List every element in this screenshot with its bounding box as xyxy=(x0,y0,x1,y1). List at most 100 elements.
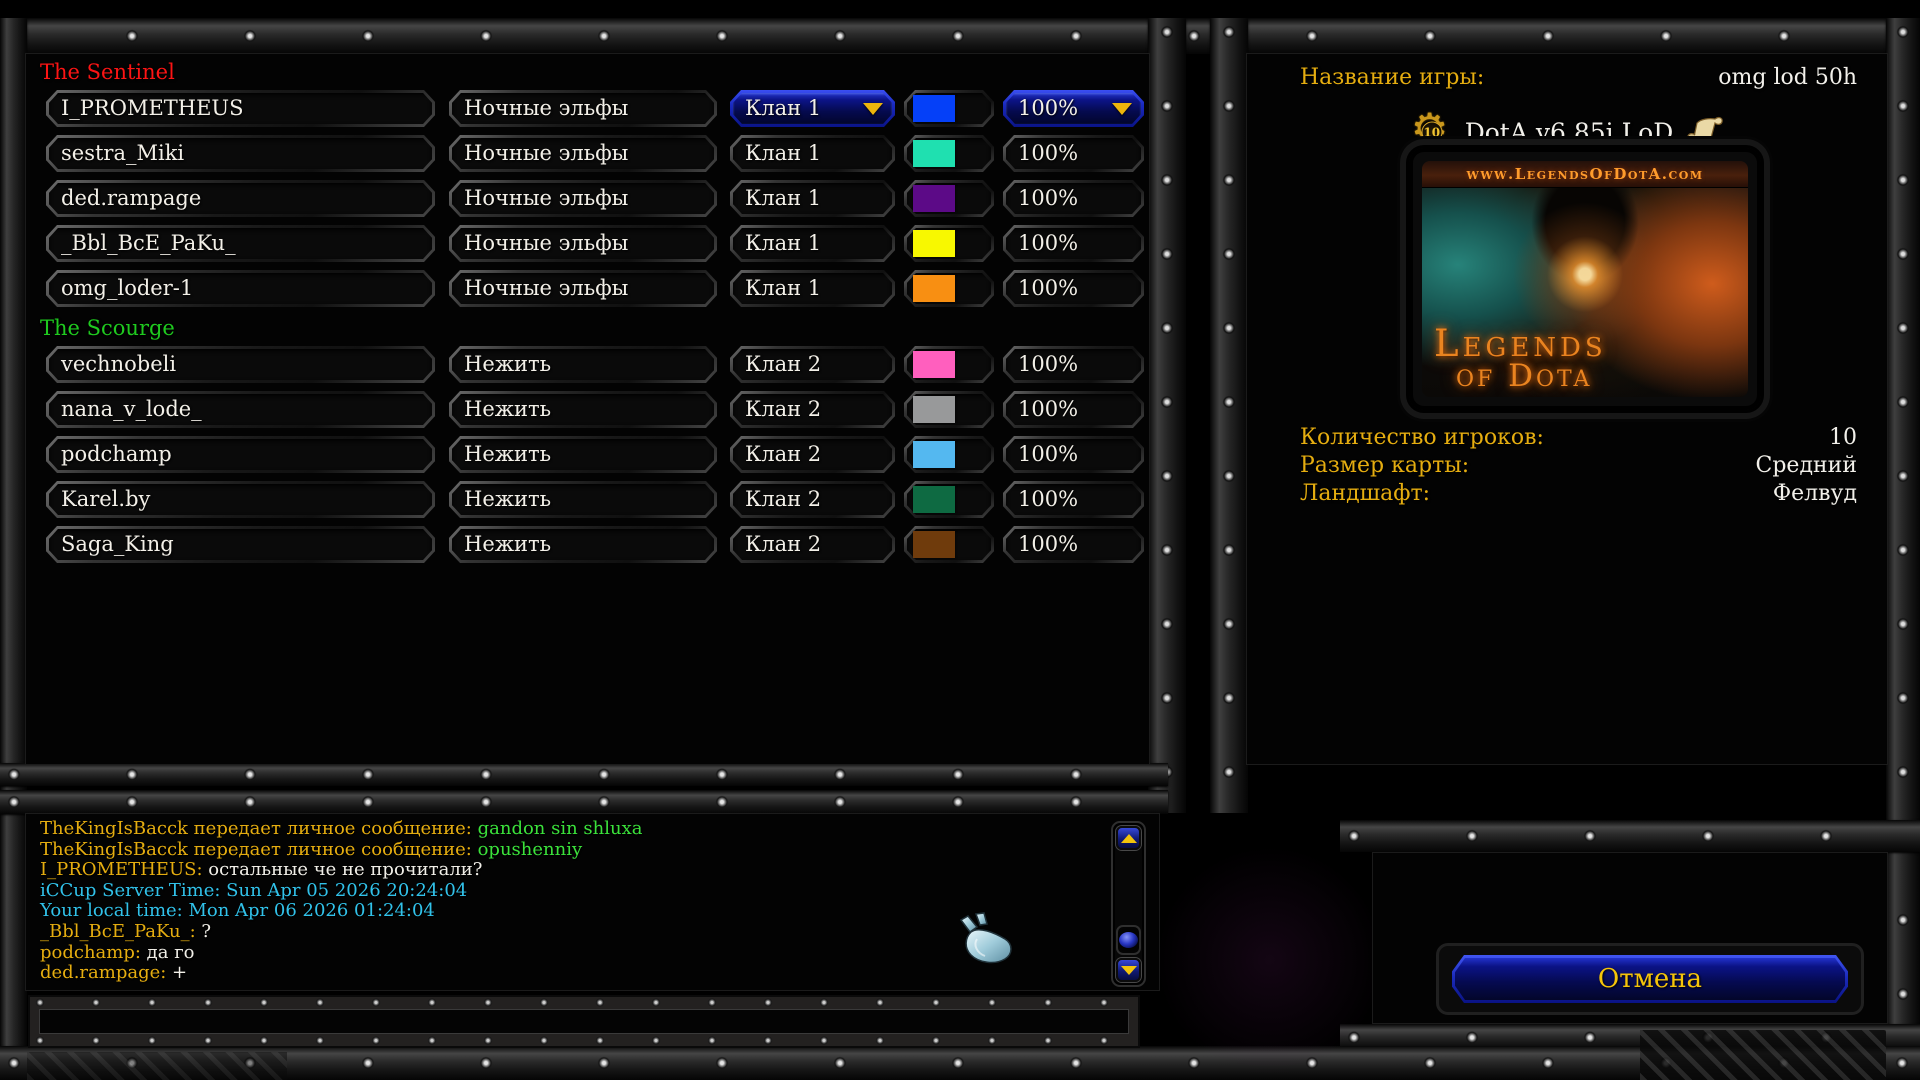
scroll-down-button[interactable] xyxy=(1116,958,1141,982)
scroll-track[interactable] xyxy=(1116,850,1141,925)
player-color-swatch xyxy=(913,396,955,423)
player-handicap-dropdown[interactable]: 100% xyxy=(1003,526,1144,563)
player-name-field: vechnobeli xyxy=(46,346,435,383)
player-handicap-dropdown[interactable]: 100% xyxy=(1003,270,1144,307)
player-row: vechnobeli Нежить Клан 2 100% xyxy=(46,346,1149,383)
cancel-frame-top-bar xyxy=(1340,820,1920,852)
chat-line: ded.rampage: + xyxy=(40,962,188,984)
player-name-field: omg_loder-1 xyxy=(46,270,435,307)
map-size-value: Средний xyxy=(1755,453,1857,478)
chat-line: Your local time: Mon Apr 06 2026 01:24:0… xyxy=(40,900,435,922)
player-color-swatch xyxy=(913,531,955,558)
player-clan-dropdown[interactable]: Клан 1 xyxy=(730,180,895,217)
player-color-swatch xyxy=(913,95,955,122)
player-row: sestra_Miki Ночные эльфы Клан 1 100% xyxy=(46,135,1149,172)
player-race-dropdown[interactable]: Ночные эльфы xyxy=(449,180,717,217)
player-clan-dropdown[interactable]: Клан 2 xyxy=(730,346,895,383)
player-clan-dropdown[interactable]: Клан 2 xyxy=(730,481,895,518)
map-preview-image: www.LegendsOfDotA.com Legends of Dota xyxy=(1406,145,1764,413)
bottom-right-ornament xyxy=(1640,1030,1886,1080)
player-handicap-dropdown[interactable]: 100% xyxy=(1003,346,1144,383)
frame-top-bar xyxy=(0,18,1920,54)
chat-panel: TheKingIsBacck передает личное сообщение… xyxy=(25,813,1160,991)
player-race-dropdown[interactable]: Нежить xyxy=(449,436,717,473)
triangle-up-icon xyxy=(1120,833,1137,843)
player-row: omg_loder-1 Ночные эльфы Клан 1 100% xyxy=(46,270,1149,307)
player-name-field: I_PROMETHEUS xyxy=(46,90,435,127)
chevron-down-icon xyxy=(1112,103,1132,115)
frame-mid-bar-left xyxy=(1148,18,1186,813)
player-clan-dropdown[interactable]: Клан 2 xyxy=(730,526,895,563)
player-color-dropdown[interactable] xyxy=(904,481,994,518)
player-color-dropdown[interactable] xyxy=(904,391,994,428)
player-clan-dropdown[interactable]: Клан 1 xyxy=(730,270,895,307)
player-handicap-dropdown[interactable]: 100% xyxy=(1003,481,1144,518)
gauntlet-cursor-icon xyxy=(958,912,1020,974)
player-clan-dropdown[interactable]: Клан 2 xyxy=(730,391,895,428)
player-color-dropdown[interactable] xyxy=(904,270,994,307)
triangle-down-icon xyxy=(1120,965,1137,975)
game-name-label: Название игры: xyxy=(1300,65,1485,90)
player-race-dropdown[interactable]: Ночные эльфы xyxy=(449,90,717,127)
map-logo-text: Legends of Dota xyxy=(1434,322,1607,394)
frame-right-edge xyxy=(1886,18,1920,1080)
player-color-dropdown[interactable] xyxy=(904,180,994,217)
player-row: I_PROMETHEUS Ночные эльфы Клан 1 100% xyxy=(46,90,1149,127)
player-color-dropdown[interactable] xyxy=(904,346,994,383)
cancel-button[interactable]: Отмена xyxy=(1452,955,1848,1003)
player-handicap-dropdown[interactable]: 100% xyxy=(1003,436,1144,473)
player-handicap-dropdown[interactable]: 100% xyxy=(1003,135,1144,172)
player-color-dropdown[interactable] xyxy=(904,225,994,262)
player-clan-dropdown[interactable]: Клан 1 xyxy=(730,225,895,262)
lobby-players-panel: The Sentinel I_PROMETHEUS Ночные эльфы К… xyxy=(25,53,1150,765)
player-race-dropdown[interactable]: Нежить xyxy=(449,526,717,563)
player-color-swatch xyxy=(913,441,955,468)
player-color-swatch xyxy=(913,351,955,378)
scroll-orb-icon xyxy=(1119,932,1138,948)
map-title: DotA v6.85i LoD xyxy=(1464,117,1674,147)
player-clan-dropdown[interactable]: Клан 1 xyxy=(730,135,895,172)
game-info-panel: Название игры: omg lod 50h ⚙ 10 DotA v6.… xyxy=(1246,53,1888,765)
player-race-dropdown[interactable]: Нежить xyxy=(449,481,717,518)
player-row: Saga_King Нежить Клан 2 100% xyxy=(46,526,1149,563)
frame-divider-bar-1 xyxy=(0,763,1168,786)
chat-input[interactable] xyxy=(39,1009,1129,1034)
player-row: _Bbl_BcE_PaKu_ Ночные эльфы Клан 1 100% xyxy=(46,225,1149,262)
players-count-label: Количество игроков: xyxy=(1300,425,1544,450)
player-color-swatch xyxy=(913,140,955,167)
player-race-dropdown[interactable]: Ночные эльфы xyxy=(449,135,717,172)
chat-line: TheKingIsBacck передает личное сообщение… xyxy=(40,818,643,839)
player-clan-dropdown[interactable]: Клан 1 xyxy=(730,90,895,127)
chat-scrollbar[interactable] xyxy=(1111,821,1146,987)
player-race-dropdown[interactable]: Ночные эльфы xyxy=(449,270,717,307)
player-color-dropdown[interactable] xyxy=(904,526,994,563)
player-name-field: _Bbl_BcE_PaKu_ xyxy=(46,225,435,262)
player-race-dropdown[interactable]: Нежить xyxy=(449,346,717,383)
player-race-dropdown[interactable]: Ночные эльфы xyxy=(449,225,717,262)
player-race-dropdown[interactable]: Нежить xyxy=(449,391,717,428)
chevron-down-icon xyxy=(863,103,883,115)
chat-line: iCCup Server Time: Sun Apr 05 2026 20:24… xyxy=(40,879,468,901)
player-handicap-dropdown[interactable]: 100% xyxy=(1003,391,1144,428)
player-row: nana_v_lode_ Нежить Клан 2 100% xyxy=(46,391,1149,428)
scroll-up-button[interactable] xyxy=(1116,826,1141,850)
player-handicap-dropdown[interactable]: 100% xyxy=(1003,90,1144,127)
player-color-dropdown[interactable] xyxy=(904,90,994,127)
player-row: Karel.by Нежить Клан 2 100% xyxy=(46,481,1149,518)
frame-left-edge xyxy=(0,18,27,1080)
player-handicap-dropdown[interactable]: 100% xyxy=(1003,225,1144,262)
frame-bottom-bar xyxy=(0,1046,1920,1080)
chat-log: TheKingIsBacck передает личное сообщение… xyxy=(40,818,1095,984)
player-row: ded.rampage Ночные эльфы Клан 1 100% xyxy=(46,180,1149,217)
frame-mid-bar-right xyxy=(1210,18,1248,813)
player-color-dropdown[interactable] xyxy=(904,135,994,172)
terrain-label: Ландшафт: xyxy=(1300,481,1431,506)
player-color-swatch xyxy=(913,486,955,513)
player-name-field: podchamp xyxy=(46,436,435,473)
player-handicap-dropdown[interactable]: 100% xyxy=(1003,180,1144,217)
player-name-field: Saga_King xyxy=(46,526,435,563)
player-clan-dropdown[interactable]: Клан 2 xyxy=(730,436,895,473)
player-color-swatch xyxy=(913,275,955,302)
player-color-dropdown[interactable] xyxy=(904,436,994,473)
scroll-thumb[interactable] xyxy=(1116,925,1141,955)
